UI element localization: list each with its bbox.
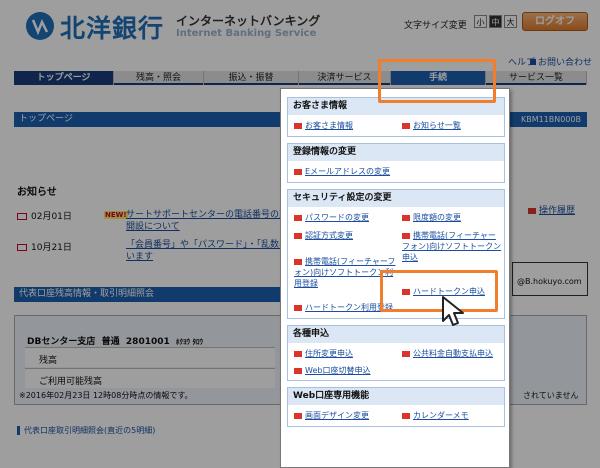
menu-item-label[interactable]: 住所変更申込 [305, 349, 353, 358]
menu-item-password-change[interactable]: パスワードの変更 [294, 212, 369, 223]
arrow-icon [294, 350, 302, 357]
highlight-hard-token-apply [380, 270, 498, 312]
arrow-icon [294, 258, 302, 265]
menu-item-label[interactable]: 画面デザイン変更 [305, 411, 369, 420]
menu-item-calendar-memo[interactable]: カレンダーメモ [402, 410, 469, 421]
menu-item-utility-auto-pay[interactable]: 公共料金自動支払申込 [402, 348, 493, 359]
arrow-icon [294, 214, 302, 221]
group-registration-change: 登録情報の変更 Eメールアドレスの変更 [287, 143, 505, 183]
menu-item-label[interactable]: Eメールアドレスの変更 [305, 167, 390, 176]
menu-item-label[interactable]: お知らせ一覧 [413, 121, 461, 130]
arrow-icon [294, 122, 302, 129]
menu-item-label[interactable]: 携帯電話(フィーチャーフォン)向けソフトトークン申込 [402, 231, 501, 262]
menu-item-label[interactable]: 限度額の変更 [413, 213, 461, 222]
mouse-pointer-icon [441, 295, 467, 332]
menu-item-hard-token-register[interactable]: ハードトークン利用登録 [294, 302, 393, 313]
arrow-icon [402, 214, 410, 221]
menu-item-auth-method[interactable]: 認証方式変更 [294, 230, 353, 241]
menu-item-address-change[interactable]: 住所変更申込 [294, 348, 353, 359]
group-customer-info: お客さま情報 お客さま情報 お知らせ一覧 [287, 97, 505, 137]
arrow-icon [294, 367, 302, 374]
screen: 北洋銀行 インターネットバンキング Internet Banking Servi… [0, 0, 600, 468]
arrow-icon [402, 232, 410, 239]
menu-item-label[interactable]: パスワードの変更 [305, 213, 369, 222]
highlight-procedures-tab [378, 59, 496, 103]
group-title: セキュリティ設定の変更 [288, 190, 504, 207]
group-web-account: Web口座専用機能 画面デザイン変更 カレンダーメモ [287, 387, 505, 427]
menu-item-design-change[interactable]: 画面デザイン変更 [294, 410, 369, 421]
menu-item-label[interactable]: Web口座切替申込 [305, 366, 370, 375]
arrow-icon [402, 350, 410, 357]
menu-item-label[interactable]: 認証方式変更 [305, 231, 353, 240]
menu-item-web-account-switch[interactable]: Web口座切替申込 [294, 365, 370, 376]
menu-item-email-change[interactable]: Eメールアドレスの変更 [294, 166, 390, 177]
arrow-icon [402, 122, 410, 129]
group-title: 各種申込 [288, 326, 504, 343]
menu-item-limit-change[interactable]: 限度額の変更 [402, 212, 461, 223]
menu-item-label[interactable]: 公共料金自動支払申込 [413, 349, 493, 358]
menu-item-customer-info[interactable]: お客さま情報 [294, 120, 353, 131]
arrow-icon [294, 168, 302, 175]
menu-item-label[interactable]: カレンダーメモ [413, 411, 469, 420]
arrow-icon [402, 412, 410, 419]
arrow-icon [294, 304, 302, 311]
group-title: Web口座専用機能 [288, 388, 504, 405]
group-title: 登録情報の変更 [288, 144, 504, 161]
arrow-icon [294, 412, 302, 419]
menu-item-label[interactable]: お客さま情報 [305, 121, 353, 130]
arrow-icon [294, 232, 302, 239]
menu-item-notice-list[interactable]: お知らせ一覧 [402, 120, 461, 131]
group-applications: 各種申込 住所変更申込 公共料金自動支払申込 Web口座切替申込 [287, 325, 505, 381]
menu-item-mobile-soft-token-apply[interactable]: 携帯電話(フィーチャーフォン)向けソフトトークン申込 [402, 230, 502, 263]
